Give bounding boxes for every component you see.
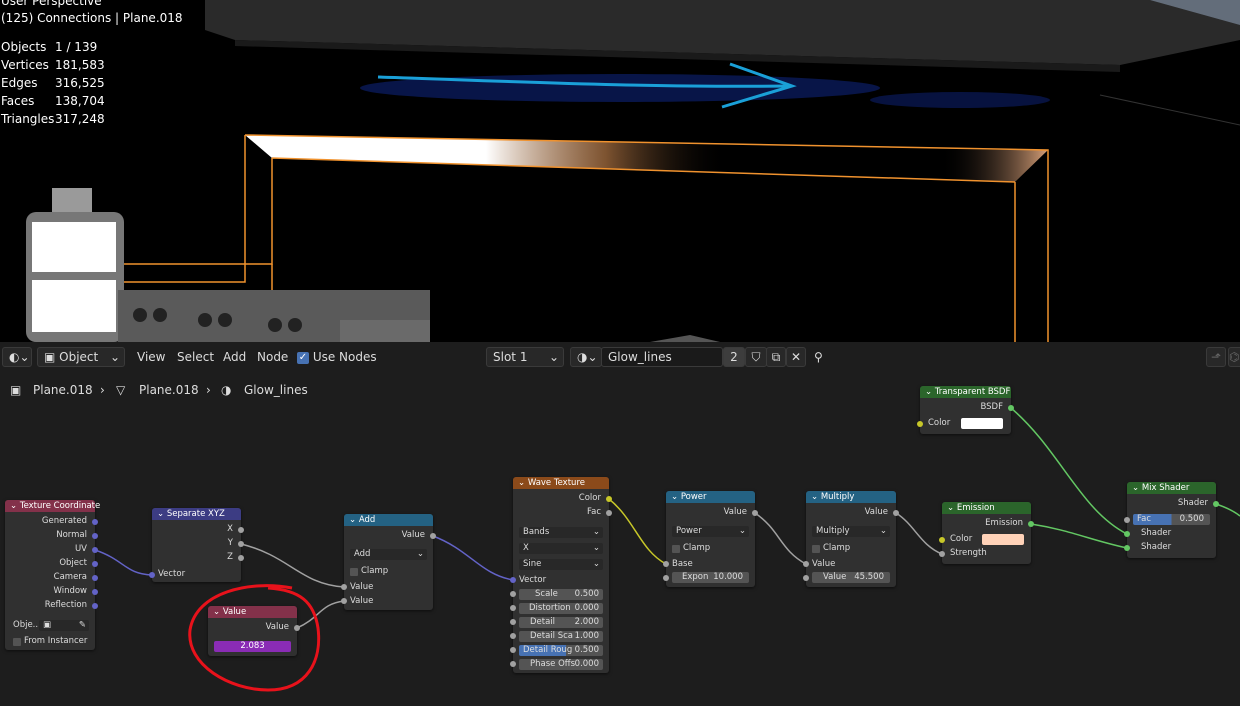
annotation-circle <box>188 584 321 692</box>
annotation-layer <box>188 584 321 692</box>
